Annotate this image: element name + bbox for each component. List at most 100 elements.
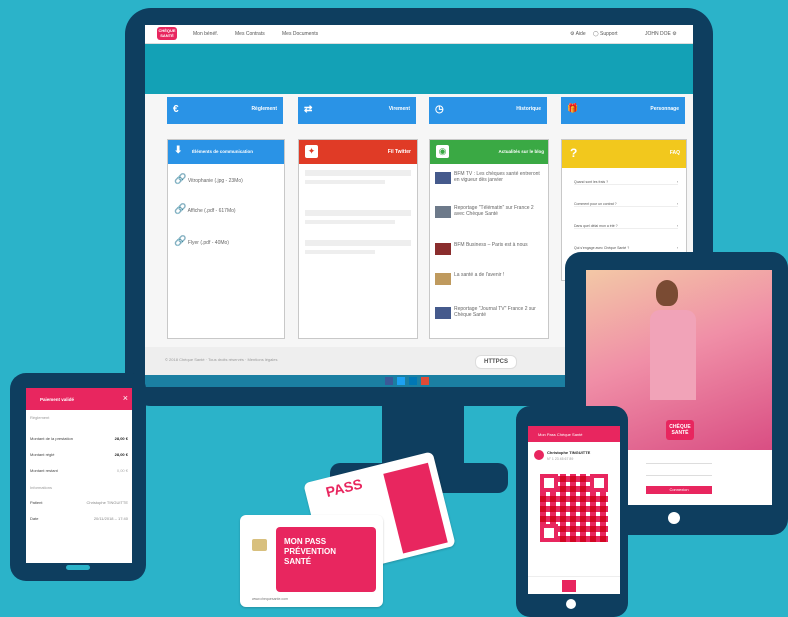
person-body xyxy=(650,310,696,400)
facebook-icon[interactable] xyxy=(385,377,393,385)
card-line3: SANTÉ xyxy=(284,557,312,566)
section-label: Règlement xyxy=(30,415,50,420)
twitter-social-icon[interactable] xyxy=(397,377,405,385)
comm-item-label: Vitrophanie (.jpg - 23Mo) xyxy=(187,178,243,184)
tweet-line xyxy=(305,210,411,216)
twitter-card-header: ✦ Fil Twitter xyxy=(299,140,417,164)
paperclip-icon: 🔗 xyxy=(174,174,187,185)
close-icon[interactable]: × xyxy=(123,393,128,403)
euro-icon: € xyxy=(173,104,179,115)
thumb xyxy=(435,172,451,184)
row-value: 28,00 € xyxy=(114,452,128,457)
nav-aide[interactable]: ⚙ Aide xyxy=(570,31,586,37)
thumb xyxy=(435,273,451,285)
gift-icon: 🎁 xyxy=(567,103,579,113)
card-url: www.chequesante.com xyxy=(252,597,288,601)
tweet-line xyxy=(305,220,395,224)
tile-label: Virement xyxy=(388,106,410,112)
login-field[interactable] xyxy=(646,458,712,464)
qr-corner xyxy=(540,524,558,542)
row-label: Montant de la prestation xyxy=(30,436,73,441)
support-label: Support xyxy=(600,31,618,37)
blog-item[interactable]: Reportage "Journal TV" France 2 sur Chèq… xyxy=(454,306,544,318)
logo-line2: SANTÉ xyxy=(160,33,174,38)
twitter-title: Fil Twitter xyxy=(387,149,411,155)
thumb xyxy=(435,206,451,218)
question-icon: ? xyxy=(570,146,578,160)
chevron-right-icon: › xyxy=(676,202,678,206)
brand-logo[interactable]: CHÈQUE SANTÉ xyxy=(157,27,177,40)
blog-item[interactable]: BFM TV : Les chèques santé entreront en … xyxy=(454,171,544,183)
row-label: Date xyxy=(30,516,39,521)
tweet-line xyxy=(305,180,385,184)
top-navbar: CHÈQUE SANTÉ Mon bénéf. Mes Contrats Mes… xyxy=(145,25,693,44)
thumb xyxy=(435,243,451,255)
comm-card-header: ⬇ Éléments de communication xyxy=(168,140,284,164)
nav-item-contrats[interactable]: Mes Contrats xyxy=(235,31,265,37)
blog-card: ◉ Actualités sur le blog BFM TV : Les ch… xyxy=(429,139,549,339)
right-phone-screen: Mon Pass Chèque Santé Christophe TINGUIT… xyxy=(528,426,620,594)
footer-text: © 2018 Chèque Santé · Tous droits réserv… xyxy=(165,357,278,362)
header-title: Mon Pass Chèque Santé xyxy=(538,432,583,437)
faq-item[interactable]: Dans quel délai mon a été ? › xyxy=(574,224,678,229)
nav-support[interactable]: ◯ Support xyxy=(593,31,618,37)
row-label: Montant réglé xyxy=(30,452,55,457)
avatar xyxy=(534,450,544,460)
hero-banner xyxy=(145,44,693,94)
person-head xyxy=(656,280,678,306)
user-label: JOHN DOE xyxy=(645,31,671,37)
nav-user[interactable]: JOHN DOE ⚙ xyxy=(645,31,677,37)
pass-card-front: MON PASS PRÉVENTION SANTÉ www.chequesant… xyxy=(240,515,383,607)
faq-item[interactable]: Qui s'engage avec Chèque Santé ? › xyxy=(574,246,678,250)
home-indicator[interactable] xyxy=(66,565,90,570)
blog-title: Actualités sur le blog xyxy=(498,149,544,154)
faq-item[interactable]: Quand sont les frais ? › xyxy=(574,180,678,185)
pass-back-text: PASS xyxy=(324,475,364,501)
qr-corner xyxy=(540,474,558,492)
httpcs-badge: HTTPCS xyxy=(475,355,517,369)
qr-corner xyxy=(590,474,608,492)
section-label: Informations xyxy=(30,485,53,490)
left-phone-screen: Paiement validé × Règlement Montant de l… xyxy=(26,388,132,563)
history-icon: ◷ xyxy=(435,104,444,115)
nav-item-benef[interactable]: Mon bénéf. xyxy=(193,31,218,37)
nav-item-documents[interactable]: Mes Documents xyxy=(282,31,318,37)
faq-item-label: Comment pour un contrat ? xyxy=(574,202,617,206)
row-label: Montant restant xyxy=(30,468,58,473)
password-field[interactable] xyxy=(646,470,712,476)
phone-right-header: Mon Pass Chèque Santé xyxy=(528,426,620,442)
tile-historique[interactable]: ◷ Historique xyxy=(429,97,547,124)
tile-virement[interactable]: ⇄ Virement xyxy=(298,97,416,124)
tile-label: Historique xyxy=(516,106,541,112)
comm-item[interactable]: 🔗 Vitrophanie (.jpg - 23Mo) xyxy=(174,174,280,185)
faq-item[interactable]: Comment pour un contrat ? › xyxy=(574,202,678,207)
tile-reglement[interactable]: € Règlement xyxy=(167,97,283,124)
blog-item[interactable]: BFM Business – Paris est à nous xyxy=(454,242,544,248)
comm-item[interactable]: 🔗 Flyer (.pdf - 40Mo) xyxy=(174,236,280,247)
blog-item[interactable]: Reportage "Télématin" sur France 2 avec … xyxy=(454,205,544,217)
transfer-icon: ⇄ xyxy=(304,104,313,115)
card-line1: MON PASS xyxy=(284,537,327,546)
header-title: Paiement validé xyxy=(40,397,75,402)
row-label: Patient xyxy=(30,500,43,505)
youtube-icon[interactable] xyxy=(421,377,429,385)
comm-item-label: Affiche (.pdf - 617Mo) xyxy=(187,208,236,214)
download-icon: ⬇ xyxy=(174,145,183,156)
card-pink-panel: MON PASS PRÉVENTION SANTÉ xyxy=(276,527,376,592)
tweet-line xyxy=(305,240,411,246)
phone-home-button[interactable] xyxy=(566,599,576,609)
card-pink-stripe xyxy=(383,462,448,554)
twitter-icon: ✦ xyxy=(305,145,318,158)
tile-personnage[interactable]: 🎁 Personnage xyxy=(561,97,685,124)
row-value: 20/11/2018 – 17:40 xyxy=(93,516,128,521)
twitter-card: ✦ Fil Twitter xyxy=(298,139,418,339)
tab-active[interactable] xyxy=(562,580,576,592)
faq-item-label: Qui s'engage avec Chèque Santé ? xyxy=(574,246,630,250)
faq-card-header: ? FAQ xyxy=(562,140,686,168)
linkedin-icon[interactable] xyxy=(409,377,417,385)
login-button[interactable]: Connexion xyxy=(646,486,712,494)
tab-bar xyxy=(528,576,620,595)
blog-item[interactable]: La santé a de l'avenir ! xyxy=(454,272,544,278)
comm-item[interactable]: 🔗 Affiche (.pdf - 617Mo) xyxy=(174,204,280,215)
tablet-home-button[interactable] xyxy=(668,512,680,524)
